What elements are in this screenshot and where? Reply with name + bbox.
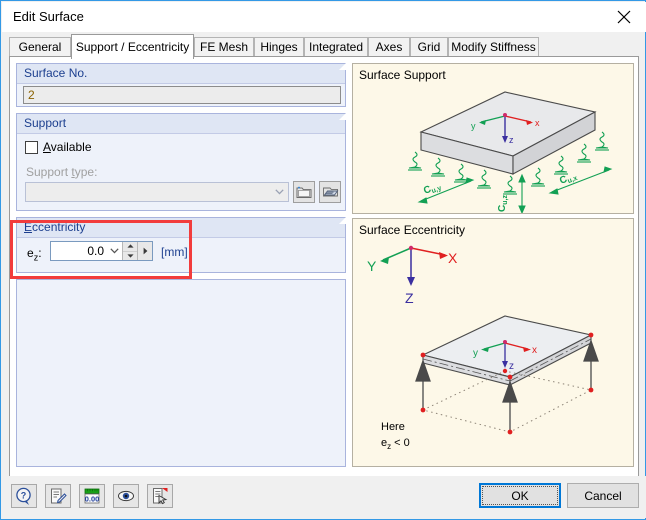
dialog-footer: ? 0.00 OK Cancel (2, 476, 646, 518)
surface-eccentricity-picture: Surface Eccentricity X Y Z x y z Here ez… (352, 218, 634, 467)
support-group-title: Support (24, 116, 67, 130)
arrow-right-icon[interactable] (137, 242, 152, 260)
pick-object-icon[interactable] (147, 484, 173, 508)
support-type-label: Support type: (26, 165, 98, 179)
local-axis-x: x (532, 345, 537, 356)
support-group: Support Available Support type: (16, 113, 346, 211)
surface-eccentricity-diagram: X Y Z x y z Here ez < 0 (367, 245, 599, 451)
support-available-checkbox[interactable] (25, 140, 38, 154)
surface-no-group: Surface No. 2 (16, 63, 346, 107)
label-cuy: Cu,y (422, 180, 443, 197)
surface-eccentricity-picture-title: Surface Eccentricity (359, 223, 466, 237)
support-available-label: Available (43, 140, 92, 154)
close-icon[interactable] (601, 2, 646, 32)
surface-no-input[interactable]: 2 (23, 86, 341, 104)
svg-text:?: ? (21, 491, 27, 501)
cancel-button[interactable]: Cancel (567, 483, 639, 508)
edit-note-icon[interactable] (45, 484, 71, 508)
view-eye-icon[interactable] (113, 484, 139, 508)
edit-surface-dialog: Edit Surface General Support / Eccentric… (0, 0, 646, 520)
tab-grid[interactable]: Grid (410, 37, 448, 56)
tab-modify-stiffness[interactable]: Modify Stiffness (448, 37, 539, 56)
spinner-up-button[interactable] (123, 242, 137, 252)
new-folder-icon[interactable] (293, 181, 315, 203)
label-cux: Cu,x (558, 170, 579, 187)
spinner-updown-icon[interactable] (122, 242, 137, 260)
svg-text:z: z (509, 135, 514, 145)
tab-support-eccentricity[interactable]: Support / Eccentricity (71, 34, 194, 59)
surface-no-group-title: Surface No. (24, 66, 88, 80)
tab-hinges[interactable]: Hinges (254, 37, 304, 56)
support-group-header (17, 114, 345, 134)
tab-integrated[interactable]: Integrated (304, 37, 368, 56)
eccentricity-note-line2: ez < 0 (381, 437, 410, 451)
chevron-down-icon[interactable] (107, 242, 122, 260)
label-cuz: Cu,z (497, 195, 509, 212)
eccentricity-unit: [mm] (161, 245, 188, 259)
eccentricity-field-label: ez: (27, 246, 42, 263)
tab-fe-mesh[interactable]: FE Mesh (194, 37, 254, 56)
spinner-down-button[interactable] (123, 251, 137, 260)
tab-page: Surface No. 2 Support Available Support … (9, 56, 639, 478)
local-axis-y: y (473, 348, 478, 359)
support-available-row[interactable]: Available (25, 140, 92, 154)
window-title: Edit Surface (13, 9, 84, 24)
svg-text:y: y (471, 121, 476, 131)
title-bar: Edit Surface (2, 2, 646, 32)
support-type-combo[interactable] (25, 182, 289, 202)
surface-support-picture-title: Surface Support (359, 68, 446, 82)
svg-text:0.00: 0.00 (85, 494, 99, 503)
ok-button[interactable]: OK (479, 483, 561, 508)
svg-text:x: x (535, 118, 540, 128)
global-axis-z: Z (405, 290, 414, 306)
tab-axes[interactable]: Axes (368, 37, 410, 56)
eccentricity-group: Eccentricity ez: 0.0 [mm] (16, 217, 346, 273)
edit-library-icon[interactable] (319, 181, 341, 203)
global-axis-x: X (448, 250, 458, 266)
eccentricity-group-title: Eccentricity (24, 220, 86, 234)
eccentricity-input-group[interactable]: 0.0 (50, 241, 153, 261)
units-ruler-icon[interactable]: 0.00 (79, 484, 105, 508)
empty-panel (16, 279, 346, 467)
ok-button-label: OK (511, 488, 529, 503)
help-icon[interactable]: ? (11, 484, 37, 508)
surface-support-picture: Surface Support x y z Cu,y Cu,z Cu,x (352, 63, 634, 214)
tab-general[interactable]: General (9, 37, 71, 56)
surface-support-diagram: x y z Cu,y Cu,z Cu,x (408, 91, 613, 213)
chevron-down-icon (271, 183, 288, 201)
eccentricity-note-line1: Here (381, 421, 405, 433)
global-axis-y: Y (367, 258, 377, 274)
cancel-button-label: Cancel (584, 488, 622, 503)
eccentricity-value[interactable]: 0.0 (51, 242, 107, 260)
tab-strip: General Support / Eccentricity FE Mesh H… (9, 34, 639, 59)
local-axis-z: z (509, 361, 514, 372)
